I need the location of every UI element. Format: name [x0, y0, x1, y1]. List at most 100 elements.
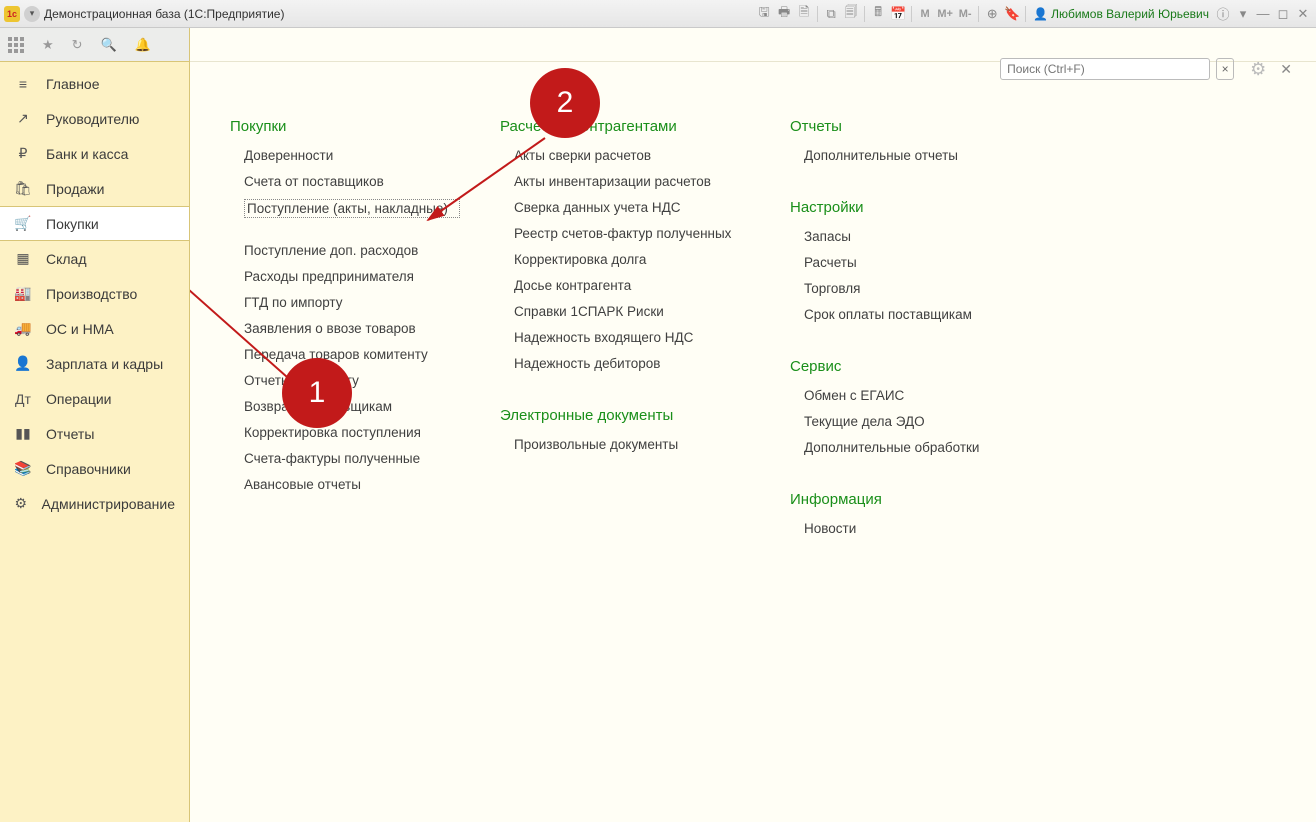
salary-icon: 👤: [14, 355, 32, 373]
link-payment-term[interactable]: Срок оплаты поставщикам: [804, 306, 1020, 323]
sidebar-item-catalogs[interactable]: 📚Справочники: [0, 451, 189, 486]
link-reconcile-acts[interactable]: Акты сверки расчетов: [514, 147, 750, 164]
save-icon[interactable]: 🖫: [755, 5, 773, 23]
link-gtd-import[interactable]: ГТД по импорту: [244, 294, 460, 311]
link-receipt[interactable]: Поступление (акты, накладные): [244, 199, 460, 218]
link-egais[interactable]: Обмен с ЕГАИС: [804, 387, 1020, 404]
sidebar-item-label: Главное: [46, 76, 100, 92]
sidebar-item-sales[interactable]: 🛍 Продажи: [0, 171, 189, 206]
sidebar-item-salary[interactable]: 👤 Зарплата и кадры: [0, 346, 189, 381]
link-edo[interactable]: Текущие дела ЭДО: [804, 413, 1020, 430]
link-transfer-goods[interactable]: Передача товаров комитенту: [244, 346, 460, 363]
sidebar-item-label: Производство: [46, 286, 137, 302]
link-extra-cost[interactable]: Поступление доп. расходов: [244, 242, 460, 259]
link-vendor-invoices[interactable]: Счета от поставщиков: [244, 173, 460, 190]
link-import-apps[interactable]: Заявления о ввозе товаров: [244, 320, 460, 337]
link-extra-proc[interactable]: Дополнительные обработки: [804, 439, 1020, 456]
link-debtor-reliability[interactable]: Надежность дебиторов: [514, 355, 750, 372]
link-extra-reports[interactable]: Дополнительные отчеты: [804, 147, 1020, 164]
sidebar-item-label: Продажи: [46, 181, 104, 197]
sidebar-item-main[interactable]: ≡ Главное: [0, 66, 189, 101]
apps-grid-icon[interactable]: [8, 37, 24, 53]
column-3: Отчеты Дополнительные отчеты Настройки Запа…: [790, 118, 1020, 812]
sidebar-item-reports-nav[interactable]: ▮▮Отчеты: [0, 416, 189, 451]
window-title-bar: 1c ▾ Демонстрационная база (1С:Предприят…: [0, 0, 1316, 28]
window-close-icon[interactable]: ✕: [1294, 5, 1312, 23]
link-invoice-registry[interactable]: Реестр счетов-фактур полученных: [514, 225, 750, 242]
separator: [1025, 6, 1026, 22]
section-title-настройки[interactable]: Настройки: [790, 199, 1020, 216]
calendar-icon[interactable]: 📅: [889, 5, 907, 23]
help-icon[interactable]: ⓘ: [1214, 5, 1232, 23]
sidebar-item-label: Склад: [46, 251, 87, 267]
bookmark-icon[interactable]: 🔖: [1003, 5, 1021, 23]
section-title-отчеты[interactable]: Отчеты: [790, 118, 1020, 135]
section-title-информация[interactable]: Информация: [790, 491, 1020, 508]
link-arbitrary-docs[interactable]: Произвольные документы: [514, 436, 750, 453]
sidebar-item-operations[interactable]: ДтОперации: [0, 381, 189, 416]
main-icon: ≡: [14, 75, 32, 93]
panel-close-icon[interactable]: ✕: [1280, 61, 1292, 78]
link-vat-reconcile[interactable]: Сверка данных учета НДС: [514, 199, 750, 216]
sales-icon: 🛍: [14, 180, 32, 198]
history-icon[interactable]: ↻: [72, 37, 83, 53]
link-vat-in-reliability[interactable]: Надежность входящего НДС: [514, 329, 750, 346]
zoom-in-icon[interactable]: ⊕: [983, 5, 1001, 23]
print-icon[interactable]: 🖶: [775, 5, 793, 23]
m-button[interactable]: M: [916, 5, 934, 23]
link-news[interactable]: Новости: [804, 520, 1020, 537]
dropdown-icon[interactable]: ▾: [1234, 5, 1252, 23]
m-minus-button[interactable]: M-: [956, 5, 974, 23]
window-maximize-icon[interactable]: ◻: [1274, 5, 1292, 23]
link-returns[interactable]: Возвраты поставщикам: [244, 398, 460, 415]
link-stocks[interactable]: Запасы: [804, 228, 1020, 245]
sidebar-item-manager[interactable]: ↗Руководителю: [0, 101, 189, 136]
link-inventory-acts[interactable]: Акты инвентаризации расчетов: [514, 173, 750, 190]
link-invoices-received[interactable]: Счета-фактуры полученные: [244, 450, 460, 467]
bell-icon[interactable]: 🔔: [135, 37, 151, 53]
link-settlements[interactable]: Расчеты: [804, 254, 1020, 271]
link-advance-reports[interactable]: Авансовые отчеты: [244, 476, 460, 493]
separator: [978, 6, 979, 22]
window-minimize-icon[interactable]: —: [1254, 5, 1272, 23]
favorite-star-icon[interactable]: ★: [42, 37, 54, 53]
sidebar-item-label: Операции: [46, 391, 112, 407]
warehouse-icon: ▦: [14, 250, 32, 268]
os-nma-icon: 🚚: [14, 320, 32, 338]
sidebar-item-os-nma[interactable]: 🚚 ОС и НМА: [0, 311, 189, 346]
main-panel: × ⚙ ✕ Покупки Доверенности Счета от постав…: [190, 28, 1316, 822]
sidebar-item-warehouse[interactable]: ▦ Склад: [0, 241, 189, 276]
link-entrepreneur-exp[interactable]: Расходы предпринимателя: [244, 268, 460, 285]
section-title-электронные-документы[interactable]: Электронные документы: [500, 407, 750, 424]
section-title-сервис[interactable]: Сервис: [790, 358, 1020, 375]
section-title-покупки[interactable]: Покупки: [230, 118, 460, 135]
preview-icon[interactable]: 🗎: [795, 5, 813, 23]
user-label[interactable]: 👤 Любимов Валерий Юрьевич: [1030, 7, 1212, 21]
sidebar-item-bank[interactable]: ₽Банк и касса: [0, 136, 189, 171]
link-debt-adjust[interactable]: Корректировка долга: [514, 251, 750, 268]
settings-gear-icon[interactable]: ⚙: [1250, 59, 1266, 80]
link-proxy[interactable]: Доверенности: [244, 147, 460, 164]
sidebar-item-purchases[interactable]: 🛒Покупки: [0, 206, 189, 241]
compare-icon[interactable]: ⧉: [822, 5, 840, 23]
link-trade[interactable]: Торговля: [804, 280, 1020, 297]
sidebar-item-production[interactable]: 🏭Производство: [0, 276, 189, 311]
copy-icon[interactable]: 🗐: [842, 5, 860, 23]
bank-icon: ₽: [14, 145, 32, 163]
m-plus-button[interactable]: M+: [936, 5, 954, 23]
sidebar-item-label: ОС и НМА: [46, 321, 114, 337]
sidebar-item-label: Отчеты: [46, 426, 94, 442]
section-title-расчеты-с-контрагентами[interactable]: Расчеты с контрагентами: [500, 118, 750, 135]
link-dossier[interactable]: Досье контрагента: [514, 277, 750, 294]
sidebar-item-label: Зарплата и кадры: [46, 356, 163, 372]
sidebar-item-admin[interactable]: ⚙Администрирование: [0, 486, 189, 521]
link-commitent-reports[interactable]: Отчеты комитенту: [244, 372, 460, 389]
search-clear-button[interactable]: ×: [1216, 58, 1234, 80]
purchases-icon: 🛒: [14, 215, 32, 233]
link-receipt-adjust[interactable]: Корректировка поступления: [244, 424, 460, 441]
search-icon[interactable]: 🔍: [101, 37, 117, 53]
title-dropdown-icon[interactable]: ▾: [24, 6, 40, 22]
calc-icon[interactable]: 🖩: [869, 5, 887, 23]
link-spark-risks[interactable]: Справки 1СПАРК Риски: [514, 303, 750, 320]
search-input[interactable]: [1000, 58, 1210, 80]
